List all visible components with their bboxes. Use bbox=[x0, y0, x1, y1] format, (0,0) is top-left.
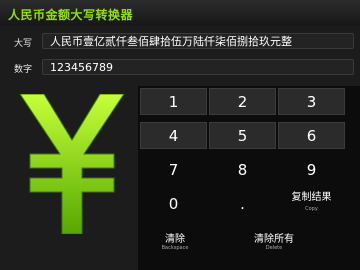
clear-all-sublabel: Delete bbox=[265, 245, 283, 251]
key-8[interactable]: 8 bbox=[209, 156, 276, 183]
copy-result-sublabel: Copy bbox=[305, 206, 318, 212]
key-4[interactable]: 4 bbox=[140, 122, 207, 149]
backspace-sublabel: Backspace bbox=[161, 245, 189, 251]
backspace-label: 清除 bbox=[165, 234, 185, 245]
yen-icon bbox=[19, 94, 125, 234]
backspace-button[interactable]: 清除 Backspace bbox=[150, 230, 200, 251]
uppercase-output-field[interactable]: 人民币壹亿贰仟叁佰肆拾伍万陆仟柒佰捌拾玖元整 bbox=[42, 33, 354, 49]
app-title: 人民币金额大写转换器 bbox=[8, 8, 134, 22]
number-input-field[interactable]: 123456789 bbox=[42, 59, 354, 75]
copy-result-button[interactable]: 复制结果 Copy bbox=[278, 190, 345, 217]
clear-all-button[interactable]: 清除所有 Delete bbox=[244, 230, 304, 251]
key-7[interactable]: 7 bbox=[140, 156, 207, 183]
copy-result-label: 复制结果 bbox=[291, 192, 332, 203]
title-bar: 人民币金额大写转换器 bbox=[0, 0, 360, 26]
key-3[interactable]: 3 bbox=[278, 88, 345, 115]
key-decimal[interactable]: . bbox=[209, 190, 276, 217]
key-2[interactable]: 2 bbox=[209, 88, 276, 115]
key-5[interactable]: 5 bbox=[209, 122, 276, 149]
uppercase-label: 大写 bbox=[14, 39, 33, 49]
key-0[interactable]: 0 bbox=[140, 190, 207, 217]
key-6[interactable]: 6 bbox=[278, 122, 345, 149]
number-label: 数字 bbox=[14, 65, 33, 75]
key-1[interactable]: 1 bbox=[140, 88, 207, 115]
clear-all-label: 清除所有 bbox=[254, 234, 294, 245]
key-9[interactable]: 9 bbox=[278, 156, 345, 183]
